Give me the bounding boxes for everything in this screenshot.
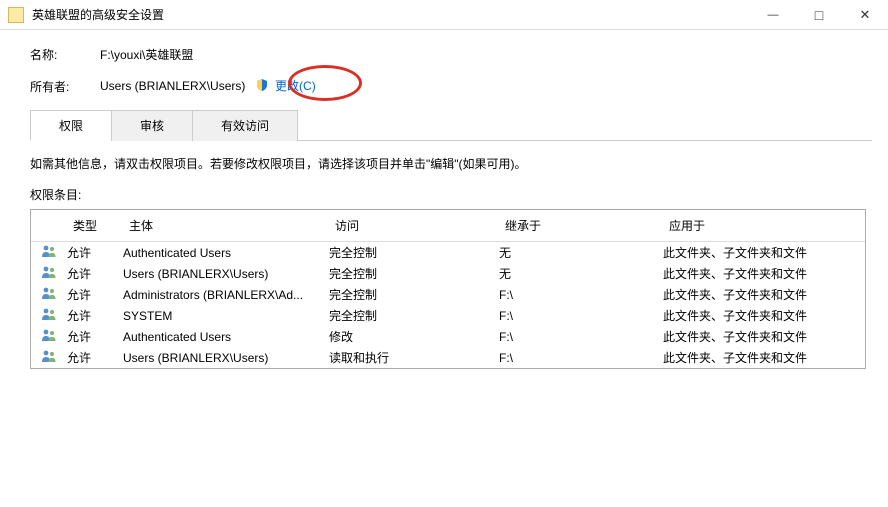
minimize-button[interactable] <box>750 0 796 30</box>
users-group-icon <box>31 307 67 324</box>
users-group-icon <box>31 286 67 303</box>
help-text: 如需其他信息，请双击权限项目。若要修改权限项目，请选择该项目并单击"编辑"(如果… <box>30 155 872 172</box>
entry-principal: Authenticated Users <box>123 330 329 344</box>
entry-applies-to: 此文件夹、子文件夹和文件 <box>663 286 865 303</box>
users-group-icon <box>31 265 67 282</box>
change-owner-link[interactable]: 更改(C) <box>275 79 316 93</box>
tabs: 权限 审核 有效访问 <box>30 109 872 141</box>
entry-applies-to: 此文件夹、子文件夹和文件 <box>663 328 865 345</box>
entry-principal: Administrators (BRIANLERX\Ad... <box>123 288 329 302</box>
entry-inherited-from: 无 <box>499 265 663 282</box>
entry-principal: Users (BRIANLERX\Users) <box>123 351 329 365</box>
users-group-icon <box>31 244 67 261</box>
entry-principal: Users (BRIANLERX\Users) <box>123 267 329 281</box>
permission-entries-list[interactable]: 类型 主体 访问 继承于 应用于 允许Authenticated Users完全… <box>30 209 866 369</box>
entry-access: 完全控制 <box>329 307 499 324</box>
header-type[interactable]: 类型 <box>67 213 123 238</box>
entries-header-row: 类型 主体 访问 继承于 应用于 <box>31 210 865 242</box>
entry-applies-to: 此文件夹、子文件夹和文件 <box>663 244 865 261</box>
owner-label: 所有者: <box>30 78 100 95</box>
owner-value: Users (BRIANLERX\Users) 更改(C) <box>100 77 316 95</box>
entry-type: 允许 <box>67 307 123 324</box>
entry-type: 允许 <box>67 286 123 303</box>
tab-audit[interactable]: 审核 <box>111 110 193 141</box>
header-inherited-from[interactable]: 继承于 <box>499 213 663 238</box>
entry-inherited-from: F:\ <box>499 330 663 344</box>
entry-type: 允许 <box>67 265 123 282</box>
entry-principal: Authenticated Users <box>123 246 329 260</box>
header-access[interactable]: 访问 <box>329 213 499 238</box>
entry-type: 允许 <box>67 244 123 261</box>
header-applies-to[interactable]: 应用于 <box>663 213 865 238</box>
folder-icon <box>8 7 24 23</box>
entry-applies-to: 此文件夹、子文件夹和文件 <box>663 349 865 366</box>
content-area: 名称: F:\youxi\英雄联盟 所有者: Users (BRIANLERX\… <box>0 30 888 369</box>
entry-access: 完全控制 <box>329 265 499 282</box>
entry-inherited-from: F:\ <box>499 351 663 365</box>
permission-entry-row[interactable]: 允许Users (BRIANLERX\Users)完全控制无此文件夹、子文件夹和… <box>31 263 865 284</box>
entry-inherited-from: F:\ <box>499 288 663 302</box>
entry-access: 读取和执行 <box>329 349 499 366</box>
header-icon-spacer <box>31 222 67 230</box>
name-value: F:\youxi\英雄联盟 <box>100 46 193 63</box>
close-button[interactable] <box>842 0 888 30</box>
entry-applies-to: 此文件夹、子文件夹和文件 <box>663 307 865 324</box>
maximize-button[interactable] <box>796 0 842 30</box>
name-row: 名称: F:\youxi\英雄联盟 <box>30 46 872 63</box>
titlebar: 英雄联盟的高级安全设置 <box>0 0 888 30</box>
entries-label: 权限条目: <box>30 186 872 203</box>
permission-entry-row[interactable]: 允许SYSTEM完全控制F:\此文件夹、子文件夹和文件 <box>31 305 865 326</box>
entry-applies-to: 此文件夹、子文件夹和文件 <box>663 265 865 282</box>
window-title: 英雄联盟的高级安全设置 <box>32 6 750 23</box>
entry-access: 完全控制 <box>329 244 499 261</box>
shield-icon <box>255 78 269 95</box>
entry-access: 修改 <box>329 328 499 345</box>
permission-entry-row[interactable]: 允许Authenticated Users完全控制无此文件夹、子文件夹和文件 <box>31 242 865 263</box>
owner-value-text: Users (BRIANLERX\Users) <box>100 79 245 93</box>
entry-principal: SYSTEM <box>123 309 329 323</box>
entry-type: 允许 <box>67 349 123 366</box>
header-principal[interactable]: 主体 <box>123 213 329 238</box>
entry-access: 完全控制 <box>329 286 499 303</box>
name-label: 名称: <box>30 46 100 63</box>
entry-inherited-from: F:\ <box>499 309 663 323</box>
permission-entry-row[interactable]: 允许Administrators (BRIANLERX\Ad...完全控制F:\… <box>31 284 865 305</box>
permission-entry-row[interactable]: 允许Users (BRIANLERX\Users)读取和执行F:\此文件夹、子文… <box>31 347 865 368</box>
users-group-icon <box>31 328 67 345</box>
permission-entry-row[interactable]: 允许Authenticated Users修改F:\此文件夹、子文件夹和文件 <box>31 326 865 347</box>
tab-effective-access[interactable]: 有效访问 <box>192 110 298 141</box>
users-group-icon <box>31 349 67 366</box>
owner-row: 所有者: Users (BRIANLERX\Users) 更改(C) <box>30 77 872 95</box>
tab-permissions[interactable]: 权限 <box>30 110 112 141</box>
entry-type: 允许 <box>67 328 123 345</box>
window-controls <box>750 0 888 30</box>
entry-inherited-from: 无 <box>499 244 663 261</box>
